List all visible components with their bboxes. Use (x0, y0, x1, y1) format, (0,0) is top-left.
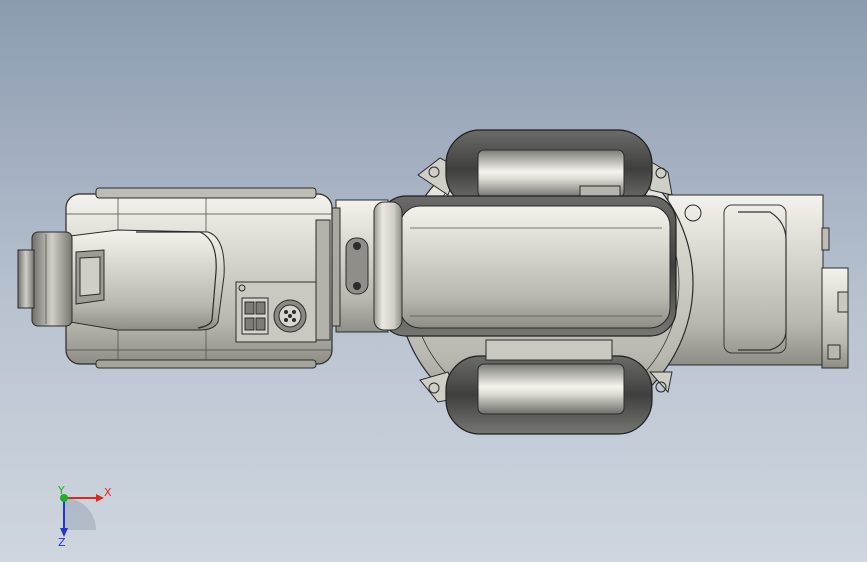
elbow-joint (327, 199, 403, 333)
x-arrow-head (96, 494, 104, 502)
z-axis-label: Z (58, 536, 66, 549)
model-canvas[interactable]: X Y Z (0, 0, 867, 562)
y-axis-label: Y (57, 484, 65, 497)
upper-arm-link (379, 195, 677, 337)
cad-viewport[interactable]: X Y Z (0, 0, 867, 562)
connector-panel (235, 281, 317, 343)
axis-triad: X Y Z (57, 484, 112, 549)
tool-flange (17, 231, 73, 327)
x-axis-label: X (104, 486, 112, 499)
